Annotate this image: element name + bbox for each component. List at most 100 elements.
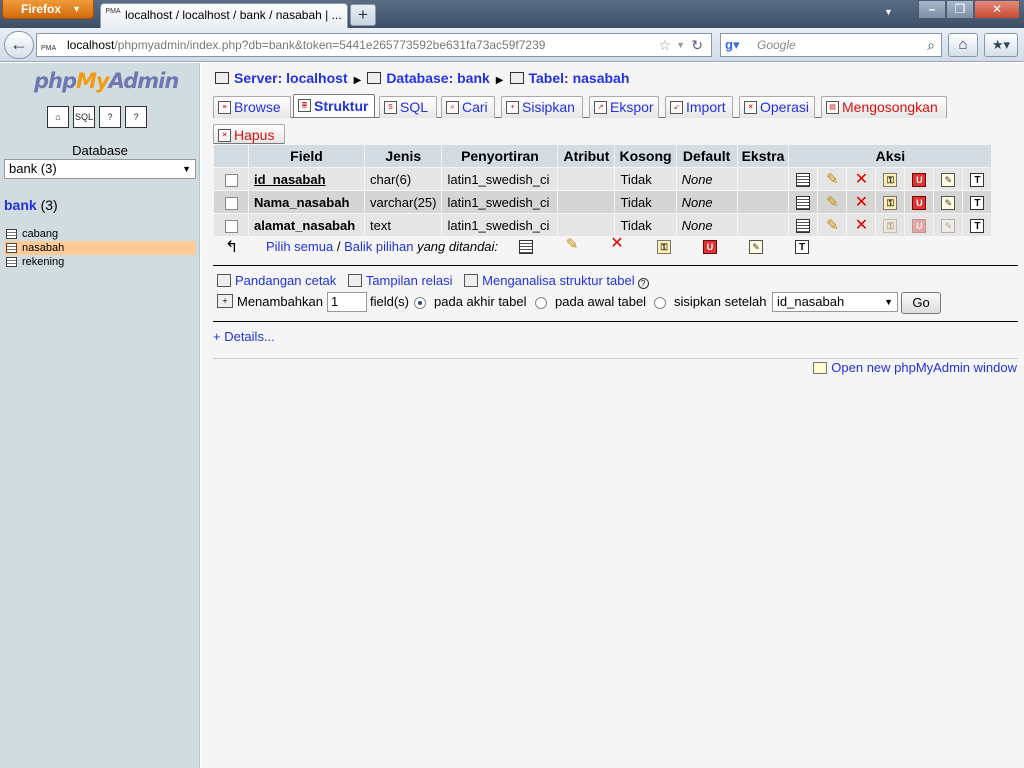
go-button[interactable]: Go: [901, 292, 941, 314]
tab-sql[interactable]: S SQL: [379, 96, 437, 118]
search-bar[interactable]: g▾ Google ⌕: [720, 33, 942, 57]
sidebar-table-item[interactable]: rekening: [4, 255, 196, 269]
after-field-radio[interactable]: [654, 297, 666, 309]
tab-ekspor[interactable]: ↗ Ekspor: [589, 96, 659, 118]
index-icon[interactable]: ✎: [941, 218, 956, 233]
relation-view-link[interactable]: Tampilan relasi: [366, 273, 453, 288]
tab-browse[interactable]: ≡ Browse: [213, 96, 291, 118]
tab-sql-label: SQL: [400, 99, 429, 115]
new-tab-button[interactable]: +: [350, 4, 376, 26]
edit-selected-icon[interactable]: ✎: [565, 237, 579, 252]
check-all-link[interactable]: Pilih semua: [266, 239, 333, 254]
unique-selected-icon[interactable]: U: [703, 240, 717, 254]
search-icon[interactable]: ⌕: [927, 34, 935, 56]
unique-icon[interactable]: U: [912, 172, 927, 187]
fulltext-icon[interactable]: T: [970, 218, 985, 233]
table-icon[interactable]: [6, 229, 17, 239]
unique-icon[interactable]: U: [912, 218, 927, 233]
drop-column-icon[interactable]: ✕: [854, 217, 868, 233]
index-icon[interactable]: ✎: [941, 172, 956, 187]
field-default: None: [676, 214, 737, 236]
url-dropdown-icon[interactable]: ▼: [676, 34, 685, 56]
print-view-link[interactable]: Pandangan cetak: [235, 273, 336, 288]
help-icon[interactable]: ?: [637, 278, 649, 289]
change-icon[interactable]: ✎: [825, 218, 839, 233]
sidebar-table-name[interactable]: rekening: [22, 256, 64, 268]
breadcrumb-server[interactable]: Server: localhost: [234, 70, 348, 86]
sql-query-icon[interactable]: SQL: [73, 106, 95, 128]
after-field-select[interactable]: id_nasabah ▼: [772, 292, 898, 312]
primary-selected-icon[interactable]: ⚿: [657, 240, 671, 254]
database-link[interactable]: bank: [4, 197, 37, 213]
sidebar-table-name[interactable]: cabang: [22, 228, 58, 240]
home-button[interactable]: ⌂: [948, 33, 978, 57]
table-icon[interactable]: [6, 257, 17, 267]
phpmyadmin-logo[interactable]: phpMyAdmin: [34, 69, 179, 93]
sidebar-table-item[interactable]: cabang: [4, 227, 196, 241]
tab-cari[interactable]: ⌕ Cari: [441, 96, 495, 118]
row-checkbox[interactable]: [224, 196, 238, 210]
tab-struktur[interactable]: ≣ Struktur: [293, 94, 375, 117]
url-bar[interactable]: PMA localhost/phpmyadmin/index.php?db=ba…: [36, 33, 712, 57]
unique-icon[interactable]: U: [912, 195, 927, 210]
browse-distinct-icon[interactable]: [796, 172, 811, 187]
close-window-button[interactable]: ✕: [974, 0, 1020, 19]
drop-column-icon[interactable]: ✕: [854, 194, 868, 210]
tab-import[interactable]: ↙ Import: [665, 96, 733, 118]
add-field-count-input[interactable]: 1: [327, 292, 367, 312]
table-icon[interactable]: [6, 243, 17, 253]
primary-key-icon[interactable]: ⚿: [883, 218, 898, 233]
browse-distinct-icon[interactable]: [796, 195, 811, 210]
index-selected-icon[interactable]: ✎: [749, 240, 763, 254]
documentation-icon[interactable]: ?: [99, 106, 121, 128]
row-checkbox[interactable]: [224, 173, 238, 187]
field-extra: [737, 214, 789, 236]
primary-key-icon[interactable]: ⚿: [883, 172, 898, 187]
at-end-radio[interactable]: [414, 297, 426, 309]
at-beginning-radio[interactable]: [535, 297, 547, 309]
uncheck-all-link[interactable]: Balik pilihan: [344, 239, 413, 254]
list-all-tabs-icon[interactable]: ▼: [884, 7, 893, 17]
details-link[interactable]: + Details...: [213, 329, 275, 344]
tab-operasi[interactable]: ✕ Operasi: [739, 96, 815, 118]
propose-structure-link[interactable]: Menganalisa struktur tabel: [482, 273, 634, 288]
action-cell: ✎: [818, 191, 847, 213]
bookmark-star-icon[interactable]: ☆: [658, 34, 671, 56]
firefox-menu-button[interactable]: Firefox ▼: [2, 0, 94, 19]
chevron-down-icon: ▼: [72, 4, 81, 14]
fulltext-icon[interactable]: T: [970, 172, 985, 187]
reload-icon[interactable]: ↻: [691, 34, 703, 56]
after-field-value: id_nasabah: [777, 294, 845, 309]
maximize-button[interactable]: ❐: [946, 0, 974, 19]
breadcrumb-table[interactable]: Tabel: nasabah: [529, 70, 630, 86]
sidebar-table-name[interactable]: nasabah: [22, 242, 64, 254]
back-button[interactable]: ←: [4, 31, 34, 59]
fulltext-icon[interactable]: T: [970, 195, 985, 210]
breadcrumb-database[interactable]: Database: bank: [386, 70, 489, 86]
change-icon[interactable]: ✎: [825, 172, 839, 187]
row-checkbox[interactable]: [224, 219, 238, 233]
tab-operasi-label: Operasi: [760, 99, 810, 115]
tab-sisipkan[interactable]: + Sisipkan: [501, 96, 583, 118]
tab-mengosongkan[interactable]: ▤ Mengosongkan: [821, 96, 947, 118]
google-logo-icon[interactable]: g▾: [725, 37, 739, 53]
database-select[interactable]: bank (3) ▼: [4, 159, 196, 179]
index-icon[interactable]: ✎: [941, 195, 956, 210]
bookmarks-button[interactable]: ★▾: [984, 33, 1018, 57]
field-type: char(6): [365, 168, 442, 190]
fulltext-selected-icon[interactable]: T: [795, 240, 809, 254]
browser-tab[interactable]: PMA localhost / localhost / bank / nasab…: [100, 3, 348, 28]
nav-icon-row: ⌂ SQL ? ?: [47, 106, 147, 128]
browse-selected-icon[interactable]: [519, 240, 533, 254]
primary-key-icon[interactable]: ⚿: [883, 195, 898, 210]
new-window-link[interactable]: Open new phpMyAdmin window: [831, 360, 1017, 375]
drop-column-icon[interactable]: ✕: [854, 171, 868, 187]
tab-hapus[interactable]: ✕ Hapus: [213, 124, 285, 144]
mysql-docs-icon[interactable]: ?: [125, 106, 147, 128]
drop-selected-icon[interactable]: ✕: [610, 236, 624, 252]
home-icon[interactable]: ⌂: [47, 106, 69, 128]
change-icon[interactable]: ✎: [825, 195, 839, 210]
sidebar-table-item[interactable]: nasabah: [4, 241, 196, 255]
browse-distinct-icon[interactable]: [796, 218, 811, 233]
minimize-button[interactable]: –: [918, 0, 946, 19]
